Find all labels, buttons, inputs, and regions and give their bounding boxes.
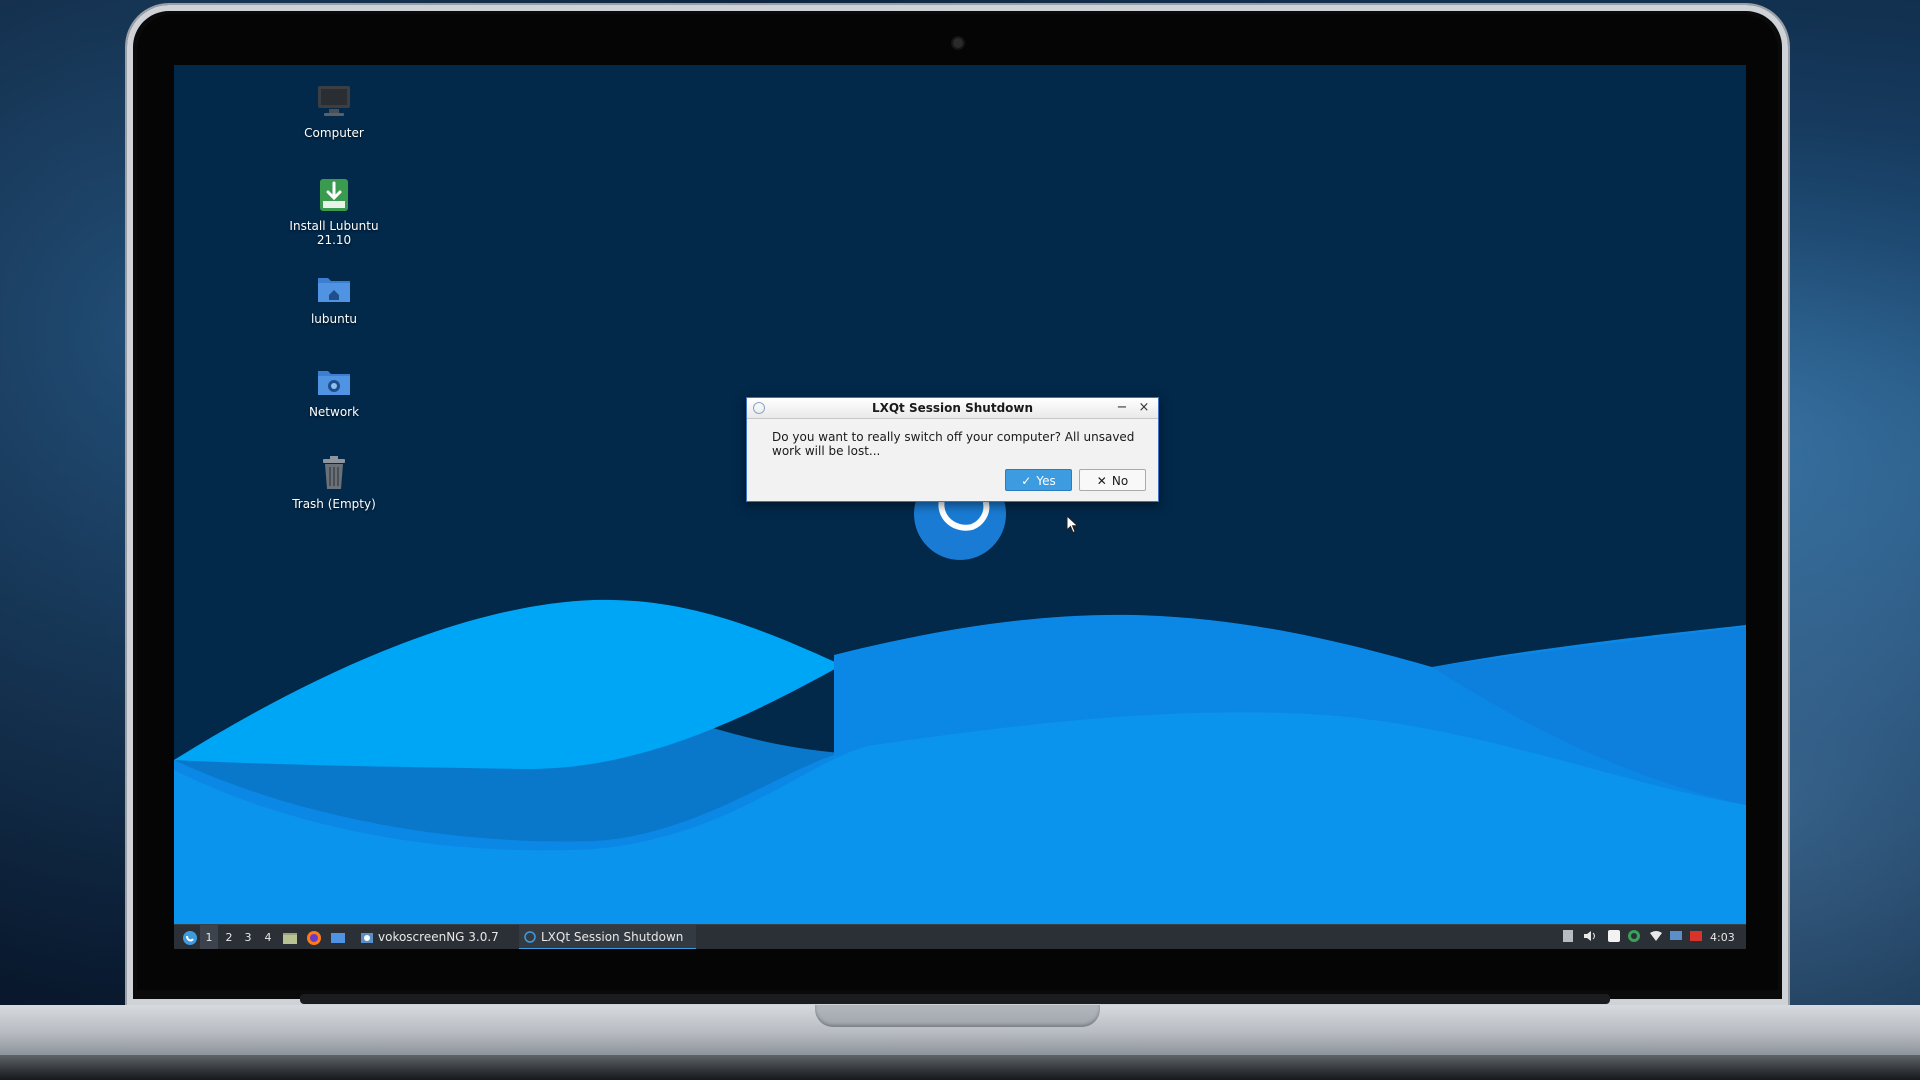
network-folder-icon — [314, 361, 354, 401]
laptop-base-shadow — [0, 1055, 1920, 1080]
firefox-launcher[interactable] — [306, 925, 324, 949]
refresh-icon — [1628, 930, 1640, 942]
desktop-icon-label: Trash (Empty) — [292, 497, 376, 511]
yes-button[interactable]: ✓ Yes — [1005, 469, 1072, 491]
network-tray-icon[interactable] — [1648, 929, 1664, 945]
desktop-icon-label: Network — [308, 405, 360, 419]
desktop-icon-label: Computer — [304, 126, 364, 140]
task-lxqt-session-shutdown[interactable]: LXQt Session Shutdown — [519, 925, 696, 949]
recording-tray-icon[interactable] — [1688, 929, 1704, 945]
workspace-2[interactable]: 2 — [220, 925, 238, 949]
desktop-icon-network[interactable]: Network — [274, 361, 394, 419]
desktop-icon-lubuntu-home[interactable]: lubuntu — [274, 268, 394, 326]
record-icon — [1690, 931, 1702, 941]
update-tray-icon[interactable] — [1626, 929, 1642, 945]
show-desktop-icon — [331, 932, 345, 943]
display-tray-icon[interactable] — [1668, 929, 1684, 945]
install-icon — [314, 175, 354, 215]
yes-label: Yes — [1036, 474, 1056, 488]
dialog-titlebar[interactable]: LXQt Session Shutdown − × — [747, 398, 1158, 419]
task-vokoscreen[interactable]: vokoscreenNG 3.0.7 — [356, 925, 499, 949]
desktop-icon-label: lubuntu — [310, 312, 358, 326]
close-button[interactable]: × — [1134, 398, 1154, 418]
taskbar: 1 2 3 4 vokoscreenNG 3.0.7 LXQt Session … — [174, 924, 1746, 949]
desktop-icon-label: Install Lubuntu 21.10 — [289, 219, 379, 247]
desktop-launcher[interactable] — [330, 925, 348, 949]
workspace-1[interactable]: 1 — [200, 925, 218, 949]
minimize-button[interactable]: − — [1112, 398, 1132, 418]
file-manager-launcher[interactable] — [282, 925, 300, 949]
mouse-cursor-icon — [1066, 515, 1079, 534]
speaker-icon — [1584, 931, 1595, 941]
desktop-screen: Computer Install Lubuntu 21.10 lubuntu N… — [174, 65, 1746, 949]
lxqt-logo-icon — [753, 402, 765, 414]
lubuntu-logo-icon — [183, 930, 197, 945]
home-folder-icon — [314, 268, 354, 308]
main-menu-button[interactable] — [180, 925, 200, 949]
webcam — [953, 38, 963, 48]
no-button[interactable]: ✕ No — [1079, 469, 1146, 491]
folder-icon — [283, 932, 297, 944]
clipboard-tray-icon[interactable] — [1560, 929, 1576, 945]
desktop-icon-trash[interactable]: Trash (Empty) — [274, 453, 394, 511]
vokoscreen-icon — [361, 933, 373, 943]
desktop-icon-computer[interactable]: Computer — [274, 82, 394, 140]
clipboard-icon — [1563, 930, 1573, 942]
dialog-message: Do you want to really switch off your co… — [772, 430, 1135, 458]
clock[interactable]: 4:03 — [1710, 925, 1735, 949]
laptop-hinge — [300, 994, 1610, 1004]
workspace-4[interactable]: 4 — [259, 925, 277, 949]
volume-tray-icon[interactable] — [1582, 929, 1598, 945]
task-label: LXQt Session Shutdown — [541, 930, 684, 944]
task-label: vokoscreenNG 3.0.7 — [378, 930, 499, 944]
dialog-title: LXQt Session Shutdown — [871, 401, 1034, 415]
notes-tray-icon[interactable] — [1606, 929, 1622, 945]
desktop-icon-install-lubuntu[interactable]: Install Lubuntu 21.10 — [274, 175, 394, 247]
lxqt-logo-icon — [524, 931, 536, 943]
workspace-3[interactable]: 3 — [239, 925, 257, 949]
trash-icon — [314, 453, 354, 493]
laptop-notch — [815, 1005, 1100, 1027]
firefox-icon — [307, 930, 321, 945]
notes-icon — [1608, 930, 1620, 942]
wallpaper-waves — [174, 468, 1746, 949]
no-label: No — [1111, 474, 1129, 488]
computer-icon — [314, 82, 354, 122]
wifi-icon — [1650, 931, 1662, 941]
monitor-icon — [1670, 931, 1682, 940]
check-icon: ✓ — [1021, 474, 1032, 488]
shutdown-dialog: LXQt Session Shutdown − × Do you want to… — [746, 397, 1159, 502]
x-icon: ✕ — [1096, 474, 1107, 488]
